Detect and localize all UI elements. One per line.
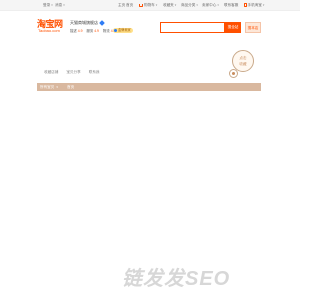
badge-icon	[114, 28, 117, 32]
topbar-seller-center-link[interactable]: 卖家中心▾	[202, 0, 219, 11]
shop-navbar: 所有宝贝 ▾ 首页	[37, 83, 261, 91]
banner-link-contact[interactable]: 联系我	[89, 70, 100, 74]
watermark: 链发发SEO	[122, 268, 231, 290]
topbar-messages-link[interactable]: 消息▾	[55, 0, 65, 11]
topbar-home-link[interactable]: 主页	[118, 0, 125, 11]
seller-badge: 金牌卖家	[113, 28, 133, 33]
search-shop-button[interactable]: 搜本店	[245, 22, 261, 33]
phone-icon	[244, 3, 247, 8]
taobao-logo[interactable]: 淘宝网 Taobao.com	[37, 17, 63, 35]
topbar-categories-link[interactable]: 商品分类▾	[181, 0, 198, 11]
topbar-favorites-link[interactable]: 收藏夹▾	[163, 0, 176, 11]
banner-link-share[interactable]: 宝贝分享	[66, 70, 80, 74]
chevron-down-icon: ▾	[56, 85, 58, 89]
collect-stamp[interactable]: 点击 收藏	[229, 50, 255, 80]
stamp-text-top: 点击	[239, 56, 247, 60]
stamp-knob-icon	[229, 69, 238, 78]
topbar-cart-link[interactable]: 购物车▾	[139, 0, 157, 11]
site-topbar: 登录▾ 消息▾ 主页 首页 购物车▾ 收藏夹▾ 商品分类▾ 卖家中心▾ 联系客服…	[0, 0, 300, 11]
shop-name[interactable]: 天猫商城旗舰店	[70, 20, 105, 26]
search-all-button[interactable]: 搜全站	[225, 22, 241, 33]
search-input[interactable]	[160, 22, 225, 33]
topbar-phone-link[interactable]: 手机淘宝▾	[244, 0, 264, 11]
shop-ratings: 描述4.9 服务4.9 物流4.9	[70, 29, 115, 33]
cart-icon	[139, 3, 143, 7]
nav-all-items[interactable]: 所有宝贝 ▾	[40, 83, 66, 91]
topbar-login-link[interactable]: 登录▾	[43, 0, 53, 11]
topbar-index-link[interactable]: 首页	[126, 0, 133, 11]
stamp-text-bottom: 收藏	[239, 62, 247, 66]
nav-home[interactable]: 首页	[67, 83, 74, 91]
banner-link-favorite[interactable]: 收藏店铺	[44, 70, 58, 74]
shop-banner-links: 收藏店铺 宝贝分享 联系我	[44, 70, 107, 75]
diamond-icon	[99, 20, 105, 26]
topbar-service-link[interactable]: 联系客服	[224, 0, 238, 11]
logo-subtext: Taobao.com	[38, 28, 60, 33]
